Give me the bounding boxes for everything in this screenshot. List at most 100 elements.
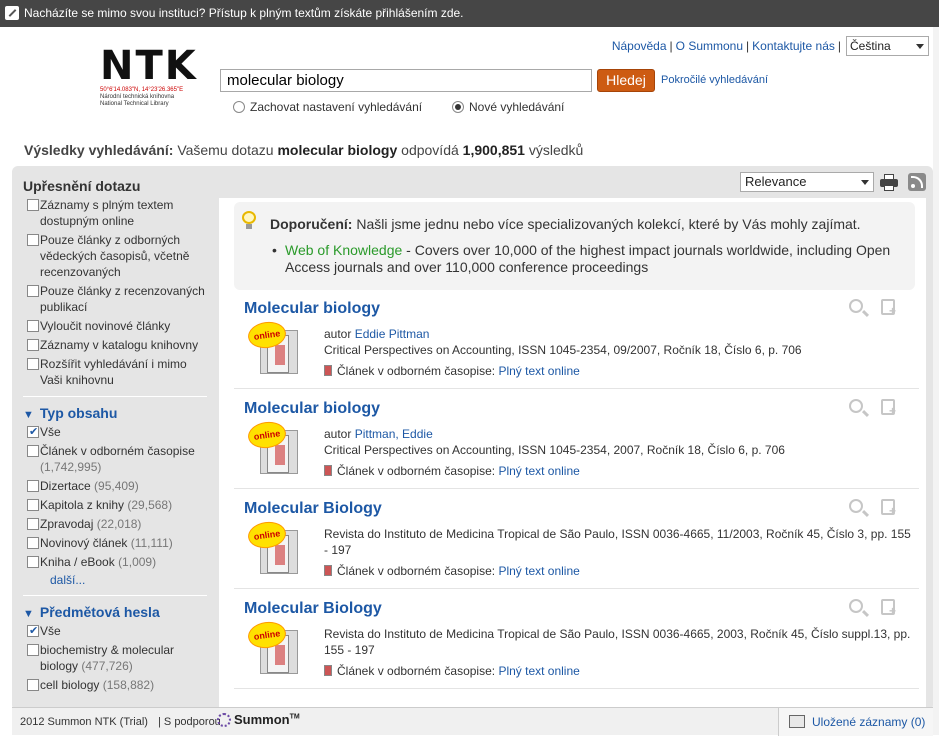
print-icon[interactable] xyxy=(880,173,898,191)
facet-option[interactable]: Dizertace (95,409) xyxy=(20,478,210,494)
refine-option-label: Záznamy v katalogu knihovny xyxy=(40,338,199,352)
checkbox[interactable] xyxy=(27,234,39,246)
library-logo[interactable]: NTK 50°6'14.083"N, 14°23'26.365"E Národn… xyxy=(100,46,210,108)
magnifier-icon[interactable] xyxy=(849,599,863,613)
result-thumbnail[interactable]: online xyxy=(246,519,301,580)
result-title[interactable]: Molecular Biology xyxy=(244,500,382,518)
refine-option[interactable]: Záznamy s plným textem dostupným online xyxy=(20,197,210,229)
checkbox[interactable] xyxy=(27,499,39,511)
facet-label: Kapitola z knihy xyxy=(40,498,125,512)
magnifier-icon[interactable] xyxy=(849,299,863,313)
checkbox[interactable] xyxy=(27,285,39,297)
recommendation-label: Doporučení: xyxy=(270,216,353,232)
facet-option[interactable]: biochemistry & molecular biology (477,72… xyxy=(20,642,210,674)
more-content-types-link[interactable]: další... xyxy=(50,573,210,587)
checkbox[interactable] xyxy=(27,679,39,691)
summon-tm: TM xyxy=(289,713,300,721)
language-select[interactable]: Čeština xyxy=(846,36,929,56)
result-thumbnail[interactable]: online xyxy=(246,319,301,380)
checkbox[interactable] xyxy=(27,445,39,457)
author-link[interactable]: Eddie Pittman xyxy=(355,327,430,341)
facet-option[interactable]: Kniha / eBook (1,009) xyxy=(20,554,210,570)
magnifier-icon[interactable] xyxy=(849,399,863,413)
author-link[interactable]: Pittman, Eddie xyxy=(355,427,433,441)
search-input[interactable] xyxy=(220,69,592,92)
result-thumbnail[interactable]: online xyxy=(246,419,301,480)
type-line: Článek v odborném časopise: Plný text on… xyxy=(324,463,914,479)
refine-option[interactable]: Záznamy v katalogu knihovny xyxy=(20,337,210,353)
result-title[interactable]: Molecular biology xyxy=(244,300,380,318)
checkbox[interactable] xyxy=(27,644,39,656)
facet-label: Dizertace xyxy=(40,479,91,493)
about-link[interactable]: O Summonu xyxy=(676,39,743,53)
logo-line-czech: Národní technická knihovna xyxy=(100,94,175,100)
login-notice-text[interactable]: Nacházíte se mimo svou instituci? Přístu… xyxy=(24,6,464,20)
facet-count: (158,882) xyxy=(102,678,155,692)
search-button[interactable]: Hledej xyxy=(597,69,655,92)
checkbox[interactable] xyxy=(27,199,39,211)
login-notice-bar[interactable]: Nacházíte se mimo svou instituci? Přístu… xyxy=(0,0,939,27)
source-line: Revista do Instituto de Medicina Tropica… xyxy=(324,527,911,557)
result-thumbnail[interactable]: online xyxy=(246,619,301,680)
fulltext-link[interactable]: Plný text online xyxy=(498,464,579,478)
result-item: Molecular Biology online Revista do Inst… xyxy=(234,594,919,689)
summary-middle: odpovídá xyxy=(401,142,459,158)
journal-article-icon xyxy=(324,465,332,476)
facet-option[interactable]: Novinový článek (11,111) xyxy=(20,535,210,551)
journal-article-icon xyxy=(324,665,332,676)
result-meta: autor Pittman, Eddie Critical Perspectiv… xyxy=(324,426,914,479)
magnifier-icon[interactable] xyxy=(849,499,863,513)
advanced-search-link[interactable]: Pokročilé vyhledávání xyxy=(661,74,768,86)
keep-settings-option[interactable]: Zachovat nastavení vyhledávání xyxy=(233,100,422,114)
checkbox[interactable] xyxy=(27,518,39,530)
checkbox[interactable] xyxy=(27,424,39,440)
add-record-icon[interactable] xyxy=(881,499,896,518)
fulltext-link[interactable]: Plný text online xyxy=(498,564,579,578)
sort-select[interactable]: Relevance xyxy=(740,172,874,192)
summon-logo[interactable]: SummonTM xyxy=(217,712,300,727)
fulltext-link[interactable]: Plný text online xyxy=(498,364,579,378)
subjects-heading[interactable]: ▼ Předmětová hesla xyxy=(23,604,210,620)
subjects-title: Předmětová hesla xyxy=(39,604,160,620)
facet-option[interactable]: Článek v odborném časopise (1,742,995) xyxy=(20,443,210,475)
checkbox[interactable] xyxy=(27,320,39,332)
refine-option[interactable]: Vyloučit novinové články xyxy=(20,318,210,334)
result-tools xyxy=(849,399,909,418)
add-record-icon[interactable] xyxy=(881,299,896,318)
refine-option[interactable]: Rozšířit vyhledávání i mimo Vaši knihovn… xyxy=(20,356,210,388)
facet-option[interactable]: Kapitola z knihy (29,568) xyxy=(20,497,210,513)
new-search-option[interactable]: Nové vyhledávání xyxy=(452,100,564,114)
result-tools xyxy=(849,299,909,318)
checkbox[interactable] xyxy=(27,358,39,370)
add-record-icon[interactable] xyxy=(881,599,896,618)
refine-option[interactable]: Pouze články z odborných vědeckých časop… xyxy=(20,232,210,280)
footer-copyright: 2012 Summon NTK (Trial) xyxy=(20,716,148,728)
contact-link[interactable]: Kontaktujte nás xyxy=(752,39,835,53)
checkbox[interactable] xyxy=(27,339,39,351)
saved-records[interactable]: Uložené záznamy (0) xyxy=(778,708,933,736)
chevron-down-icon xyxy=(916,44,924,49)
new-search-radio[interactable] xyxy=(452,101,464,113)
content-type-heading[interactable]: ▼ Typ obsahu xyxy=(23,405,210,421)
web-of-knowledge-link[interactable]: Web of Knowledge xyxy=(285,242,402,258)
result-title[interactable]: Molecular biology xyxy=(244,400,380,418)
result-title[interactable]: Molecular Biology xyxy=(244,600,382,618)
facet-option[interactable]: cell biology (158,882) xyxy=(20,677,210,693)
add-record-icon[interactable] xyxy=(881,399,896,418)
help-link[interactable]: Nápověda xyxy=(612,39,667,53)
facet-option[interactable]: Vše xyxy=(20,623,210,639)
checkbox[interactable] xyxy=(27,623,39,639)
saved-records-link[interactable]: Uložené záznamy (0) xyxy=(812,715,925,729)
refine-title: Upřesnění dotazu xyxy=(23,178,141,194)
refine-option[interactable]: Pouze články z recenzovaných publikací xyxy=(20,283,210,315)
fulltext-link[interactable]: Plný text online xyxy=(498,664,579,678)
checkbox[interactable] xyxy=(27,537,39,549)
page-scrollbar[interactable] xyxy=(933,27,939,735)
rss-icon[interactable] xyxy=(908,173,926,191)
facet-option[interactable]: Zpravodaj (22,018) xyxy=(20,516,210,532)
checkbox[interactable] xyxy=(27,480,39,492)
keep-settings-radio[interactable] xyxy=(233,101,245,113)
checkbox[interactable] xyxy=(27,556,39,568)
result-meta: autor Eddie Pittman Critical Perspective… xyxy=(324,326,914,379)
facet-option[interactable]: Vše xyxy=(20,424,210,440)
